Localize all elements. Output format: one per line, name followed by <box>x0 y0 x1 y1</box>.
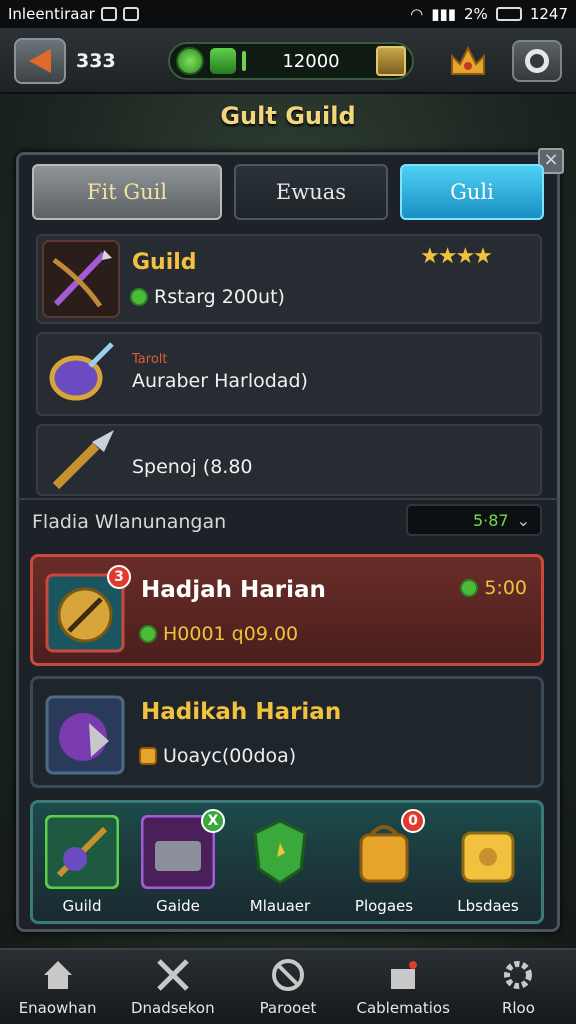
nav-item-battle[interactable]: Dnadsekon <box>115 950 230 1024</box>
currency-value: 12000 <box>282 50 340 72</box>
battery-icon <box>495 7 522 21</box>
nav-label: Cablematios <box>356 999 450 1017</box>
item-tag: Tarolt <box>132 352 168 367</box>
nav-item-cablematios[interactable]: Cablematios <box>346 950 461 1024</box>
forbidden-icon <box>272 959 304 991</box>
crown-icon[interactable] <box>448 44 488 78</box>
swords-icon <box>157 959 189 991</box>
tray-label: Plogaes <box>354 897 414 915</box>
mission-reward-text: Uoayc(00doa) <box>163 745 297 767</box>
orb-icon <box>45 695 125 775</box>
nav-item-settings[interactable]: Rloo <box>461 950 576 1024</box>
timer-check-icon <box>460 579 479 597</box>
item-tray: Guild X Gaide Mlauaer 0 Plogaes Lbsdaes <box>30 800 544 924</box>
section-label: Fladia Wlanunangan <box>32 511 227 533</box>
gold-bag-icon <box>461 831 515 883</box>
item-stats: Spenoj (8.80 <box>132 456 253 478</box>
item-description: Auraber Harlodad) <box>132 370 308 392</box>
spear-icon <box>52 430 114 490</box>
tray-label: Gaide <box>156 897 200 915</box>
emerald-icon <box>210 48 236 74</box>
green-shield-icon <box>253 819 307 885</box>
tab-fit-guil[interactable]: Fit Guil <box>32 164 222 220</box>
currency-divider <box>242 51 246 71</box>
tray-item-lbsdaes[interactable]: Lbsdaes <box>447 815 529 915</box>
tab-ewuas[interactable]: Ewuas <box>234 164 388 220</box>
mission-reward: H0001 q09.00 <box>139 623 298 645</box>
nav-label: Rloo <box>501 999 535 1017</box>
gem-icon <box>176 47 204 75</box>
tray-item-mlauaer[interactable]: Mlauaer <box>239 815 321 915</box>
settings-button[interactable] <box>512 40 562 82</box>
tab-guli[interactable]: Guli <box>400 164 544 220</box>
notification-badge: 3 <box>107 565 131 589</box>
filter-dropdown[interactable]: 5·87 ⌄ <box>406 504 542 536</box>
mission-reward-text: H0001 q09.00 <box>163 623 299 645</box>
mission-item-daily[interactable]: 3 Hadjah Harian H0001 q09.00 5:00 <box>30 554 544 666</box>
mission-timer: 5:00 <box>460 577 527 599</box>
check-icon <box>130 288 148 306</box>
player-level: 333 <box>76 50 116 72</box>
guild-rating: ★★★★ <box>420 244 493 269</box>
nav-label: Parooet <box>259 999 317 1017</box>
nav-label: Dnadsekon <box>130 999 215 1017</box>
crossbow-icon <box>42 240 120 318</box>
signal-icon: ▮▮▮ <box>431 5 457 23</box>
status-bar: Inleentiraar ◠ ▮▮▮ 2% 1247 <box>0 0 576 28</box>
tab-bar: Fit Guil Ewuas Guli <box>32 164 544 220</box>
back-arrow-icon <box>29 49 51 73</box>
shield-icon <box>139 747 157 765</box>
clock: 1247 <box>529 5 568 23</box>
tray-badge: X <box>201 809 225 833</box>
timer-text: 5:00 <box>484 577 527 599</box>
back-button[interactable] <box>14 38 66 84</box>
top-bar: 333 12000 <box>0 28 576 94</box>
nav-label: Enaowhan <box>18 999 97 1017</box>
tray-label: Mlauaer <box>249 897 311 915</box>
notification-icon <box>100 7 117 21</box>
guild-name: Guild <box>132 250 197 275</box>
amulet-icon <box>49 342 114 401</box>
chevron-down-icon: ⌄ <box>516 510 530 530</box>
app-icon <box>122 7 139 21</box>
bottom-nav: Enaowhan Dnadsekon Parooet Cablematios R… <box>0 948 576 1024</box>
tray-label: Guild <box>62 897 102 915</box>
castle-icon <box>391 961 418 989</box>
dropdown-value: 5·87 <box>472 510 509 530</box>
guild-status-text: Rstarg 200ut) <box>154 286 285 308</box>
tray-label: Lbsdaes <box>457 897 519 915</box>
tray-item-plogaes[interactable]: 0 Plogaes <box>343 809 425 915</box>
mission-title: Hadjah Harian <box>141 577 326 603</box>
check-icon <box>139 625 157 643</box>
guild-status: Rstarg 200ut) <box>130 286 285 308</box>
staff-icon <box>44 814 120 890</box>
gear-icon <box>525 49 549 73</box>
carrier-name: Inleentiraar <box>8 5 95 23</box>
mission-reward: Uoayc(00doa) <box>139 745 296 767</box>
home-icon <box>43 961 72 989</box>
tray-badge: 0 <box>401 809 425 833</box>
tray-item-gaide[interactable]: X Gaide <box>137 809 225 915</box>
mission-title: Hadikah Harian <box>141 699 342 725</box>
battery-level: 2% <box>464 5 488 23</box>
mission-item-weekly[interactable]: Hadikah Harian Uoayc(00doa) <box>30 676 544 788</box>
currency-bar: 12000 <box>168 42 414 80</box>
equipment-card[interactable]: Tarolt Auraber Harlodad) <box>36 332 542 416</box>
wifi-icon: ◠ <box>410 5 424 23</box>
nav-item-parooet[interactable]: Parooet <box>230 950 345 1024</box>
tray-item-guild[interactable]: Guild <box>41 814 123 915</box>
gear-icon <box>504 961 533 989</box>
nav-item-home[interactable]: Enaowhan <box>0 950 115 1024</box>
add-currency-button[interactable] <box>376 46 406 76</box>
star-rating: ★★★★ <box>420 244 493 269</box>
page-title: Gult Guild <box>220 102 356 130</box>
spear-card[interactable]: Spenoj (8.80 <box>36 424 542 496</box>
